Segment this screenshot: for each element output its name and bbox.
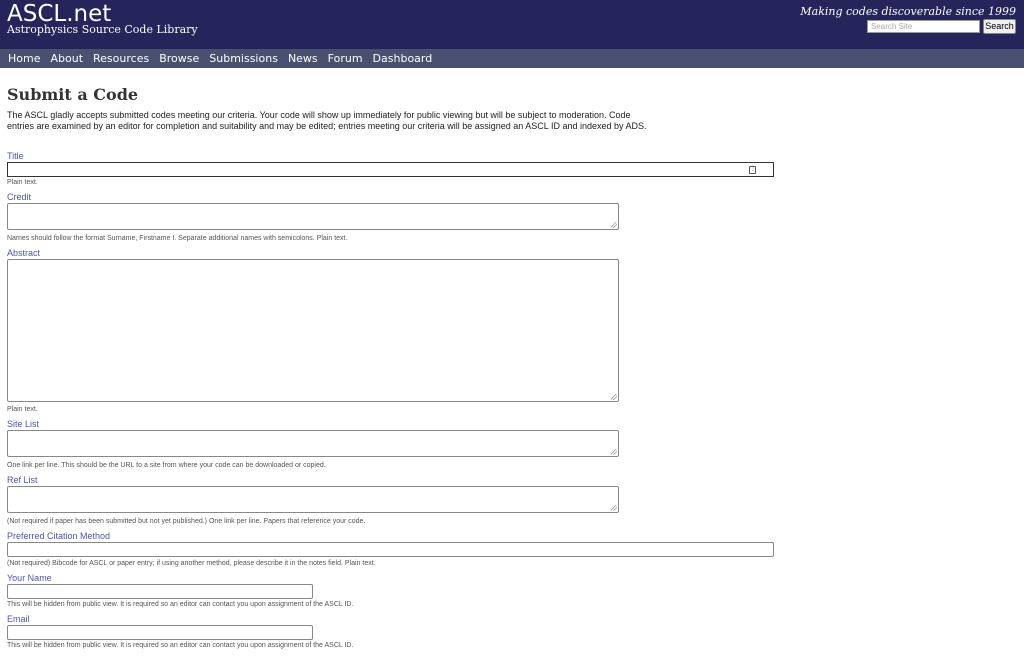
- nav-item-news[interactable]: News: [288, 49, 318, 68]
- email-input[interactable]: [7, 625, 313, 640]
- title-input[interactable]: ⋮: [7, 162, 774, 177]
- credit-help: Names should follow the format Surname, …: [7, 235, 348, 242]
- nav-item-browse[interactable]: Browse: [159, 49, 199, 68]
- resize-grip-icon[interactable]: [611, 222, 617, 228]
- nav-item-about[interactable]: About: [50, 49, 83, 68]
- citation-help: (Not required) Bibcode for ASCL or paper…: [7, 560, 376, 567]
- site-header: ASCL.net Astrophysics Source Code Librar…: [0, 0, 1024, 49]
- site-tagline: Making codes discoverable since 1999: [800, 5, 1016, 18]
- abstract-help: Plain text.: [7, 406, 38, 413]
- abstract-label: Abstract: [7, 248, 41, 258]
- citation-label: Preferred Citation Method: [7, 531, 111, 541]
- search-input[interactable]: [867, 20, 980, 33]
- nav-item-dashboard[interactable]: Dashboard: [373, 49, 433, 68]
- nav-item-home[interactable]: Home: [8, 49, 40, 68]
- autofill-icon[interactable]: ⋮: [749, 166, 756, 174]
- nav-item-forum[interactable]: Forum: [328, 49, 363, 68]
- page-title: Submit a Code: [7, 85, 139, 104]
- site-list-label: Site List: [7, 419, 40, 429]
- main-nav: Home About Resources Browse Submissions …: [0, 49, 1024, 68]
- ref-list-help: (Not required if paper has been submitte…: [7, 518, 366, 525]
- your-name-label: Your Name: [7, 573, 52, 583]
- title-help: Plain text.: [7, 179, 38, 186]
- abstract-textarea[interactable]: [7, 259, 619, 402]
- email-label: Email: [7, 614, 30, 624]
- site-list-textarea[interactable]: [7, 430, 619, 457]
- your-name-input[interactable]: [7, 584, 313, 599]
- your-name-help: This will be hidden from public view. It…: [7, 601, 354, 608]
- site-list-help: One link per line. This should be the UR…: [7, 462, 326, 469]
- credit-textarea[interactable]: [7, 203, 619, 230]
- citation-input[interactable]: [7, 542, 774, 557]
- title-label: Title: [7, 151, 24, 161]
- ref-list-textarea[interactable]: [7, 486, 619, 513]
- ref-list-label: Ref List: [7, 475, 38, 485]
- nav-item-submissions[interactable]: Submissions: [209, 49, 278, 68]
- resize-grip-icon[interactable]: [611, 505, 617, 511]
- email-help: This will be hidden from public view. It…: [7, 642, 354, 649]
- intro-text: The ASCL gladly accepts submitted codes …: [7, 110, 647, 131]
- resize-grip-icon[interactable]: [611, 394, 617, 400]
- site-subtitle: Astrophysics Source Code Library: [7, 23, 198, 36]
- nav-item-resources[interactable]: Resources: [93, 49, 149, 68]
- credit-label: Credit: [7, 192, 32, 202]
- resize-grip-icon[interactable]: [611, 449, 617, 455]
- search-button[interactable]: Search: [983, 19, 1016, 34]
